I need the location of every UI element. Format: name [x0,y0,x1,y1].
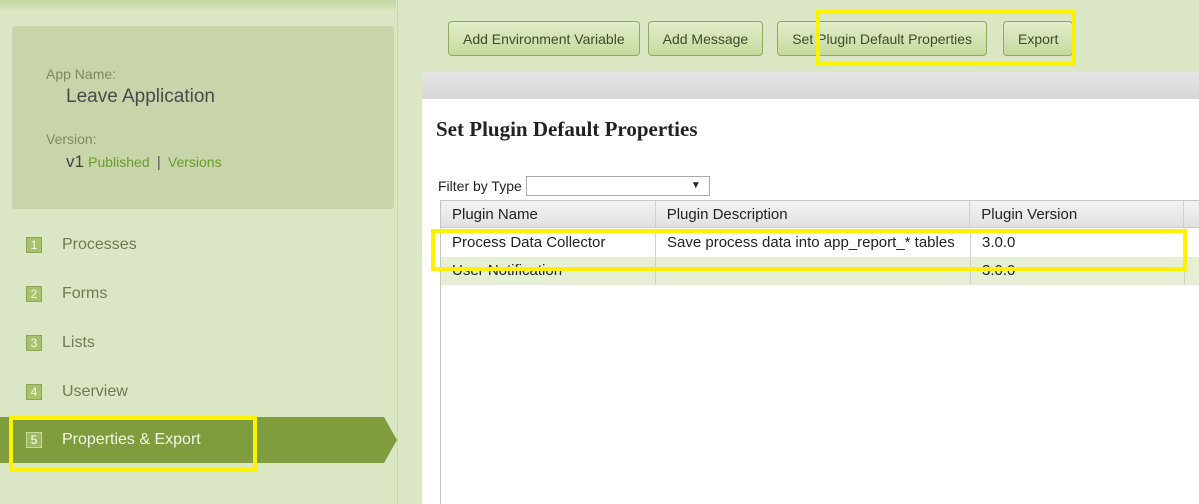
nav-item-processes[interactable]: 1 Processes [0,222,384,268]
filter-row: Filter by Type ▼ [438,176,710,196]
column-header-spacer [1184,201,1199,228]
chevron-down-icon: ▼ [690,180,701,191]
version-row: v1 Published | Versions [66,152,222,172]
nav-label: Userview [62,383,128,400]
cell-plugin-description: Save process data into app_report_* tabl… [656,229,971,257]
panel-header-strip [422,72,1199,99]
nav-item-userview[interactable]: 4 Userview [0,369,384,415]
cell-plugin-description [656,257,971,285]
nav-label: Properties & Export [62,431,201,448]
cell-plugin-version: 3.0.0 [971,229,1185,257]
cell-plugin-version: 3.0.0 [971,257,1185,285]
table-row[interactable]: Process Data Collector Save process data… [441,229,1199,257]
sidebar: App Name: Leave Application Version: v1 … [0,0,398,504]
version-value: v1 [66,152,84,171]
nav-number: 2 [26,286,42,302]
nav-label: Lists [62,334,95,351]
version-separator: | [156,154,161,171]
published-link[interactable]: Published [88,154,150,170]
nav-number: 1 [26,237,42,253]
table-row[interactable]: User Notification 3.0.0 [441,257,1199,285]
version-label: Version: [46,131,97,147]
cell-plugin-name: Process Data Collector [441,229,656,257]
plugin-table: Plugin Name Plugin Description Plugin Ve… [440,200,1199,504]
main-area: Add Environment Variable Add Message Set… [398,0,1199,504]
set-plugin-default-properties-button[interactable]: Set Plugin Default Properties [777,21,987,56]
add-environment-variable-button[interactable]: Add Environment Variable [448,21,640,56]
add-message-button[interactable]: Add Message [647,21,764,56]
nav-item-properties-export[interactable]: 5 Properties & Export [0,417,384,463]
versions-link[interactable]: Versions [168,154,222,170]
app-name-label: App Name: [46,66,117,82]
nav-label: Processes [62,236,137,253]
filter-label: Filter by Type [438,178,522,194]
app-name: Leave Application [66,86,215,107]
toolbar: Add Environment Variable Add Message Set… [448,21,1081,56]
table-header-row: Plugin Name Plugin Description Plugin Ve… [441,201,1199,229]
nav-number: 4 [26,384,42,400]
nav-number: 3 [26,335,42,351]
nav-item-forms[interactable]: 2 Forms [0,271,384,317]
page-title: Set Plugin Default Properties [436,117,698,141]
app-info-panel: App Name: Leave Application Version: v1 … [12,26,394,209]
filter-type-select[interactable]: ▼ [525,176,710,196]
nav-item-lists[interactable]: 3 Lists [0,320,384,366]
active-nav-arrow [384,417,397,463]
column-header-plugin-version[interactable]: Plugin Version [970,201,1185,228]
export-button[interactable]: Export [1002,21,1074,56]
column-header-plugin-description[interactable]: Plugin Description [655,201,971,228]
content-panel: Set Plugin Default Properties Filter by … [422,72,1199,504]
cell-plugin-name: User Notification [441,257,656,285]
column-header-plugin-name[interactable]: Plugin Name [441,201,656,228]
nav-number: 5 [26,432,42,448]
nav-label: Forms [62,285,108,302]
